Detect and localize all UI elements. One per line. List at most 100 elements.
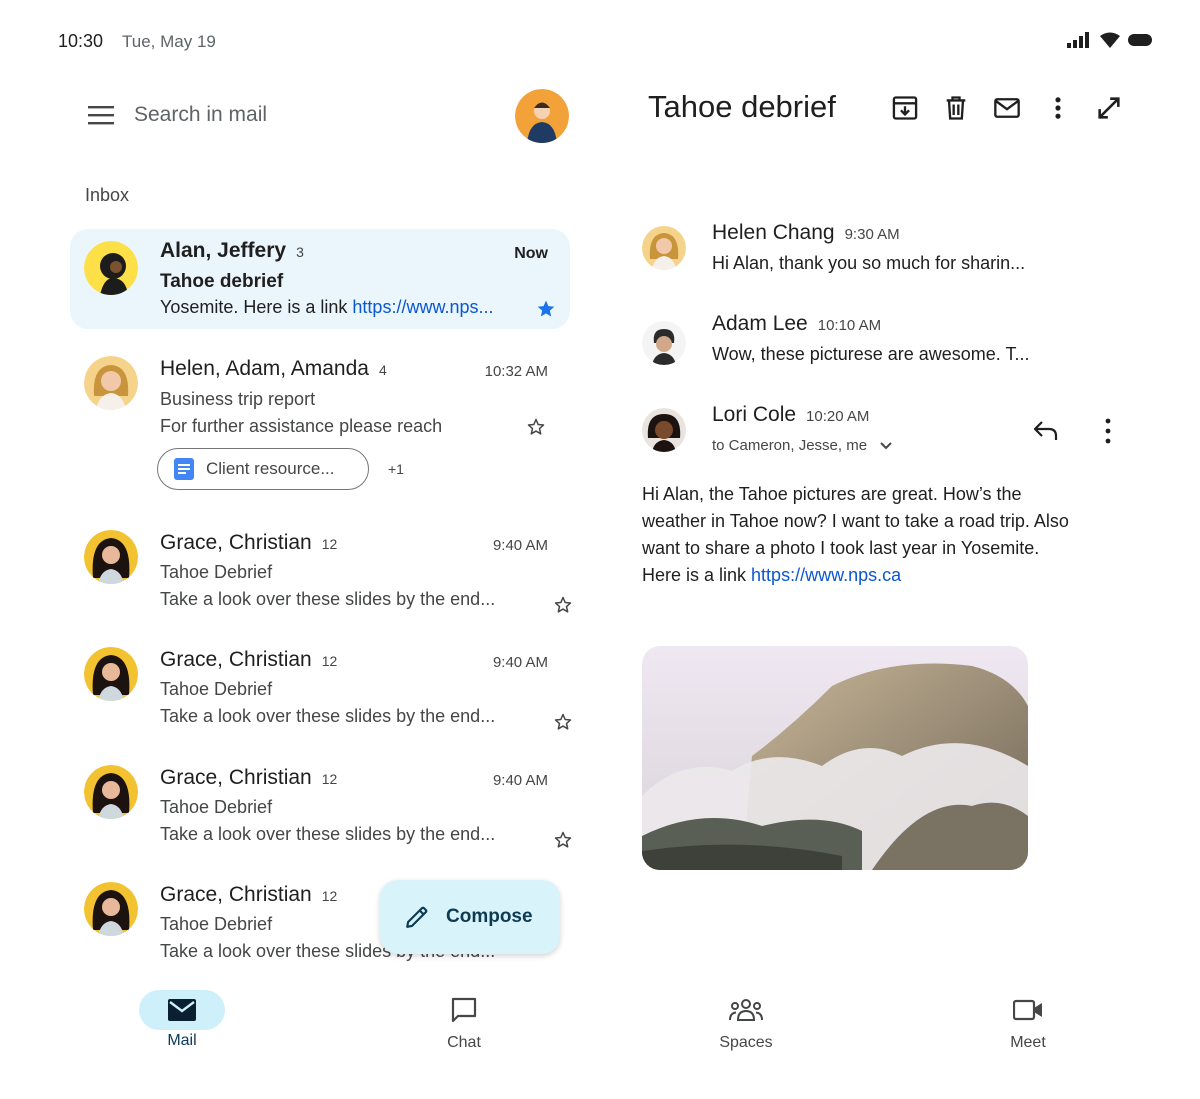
message-snippet[interactable]: Wow, these picturese are awesome. T...	[712, 344, 1030, 365]
thread-count: 3	[296, 244, 304, 260]
menu-icon[interactable]	[88, 104, 114, 126]
email-snippet: Take a look over these slides by the end…	[160, 824, 496, 844]
nav-spaces-pill	[703, 990, 789, 1030]
nav-chat[interactable]: Chat	[404, 990, 524, 1052]
nav-label: Meet	[1010, 1034, 1046, 1051]
email-time: 9:40 AM	[492, 772, 548, 789]
reply-icon[interactable]	[1032, 419, 1060, 443]
recipients-toggle[interactable]: to Cameron, Jesse, me	[712, 437, 893, 454]
email-snippet: For further assistance please reach	[160, 416, 443, 436]
status-icons	[1066, 32, 1154, 48]
sender-name: Alan, Jeffery 3	[160, 239, 304, 263]
email-row[interactable]: Alan, Jeffery 3 Now Tahoe debrief Yosemit…	[70, 229, 570, 329]
docs-icon	[174, 458, 194, 480]
message-sender: Helen Chang 9:30 AM	[712, 221, 900, 245]
sender-name: Grace, Christian 12	[160, 883, 337, 907]
sender-avatar	[84, 241, 138, 295]
email-time: Now	[514, 245, 548, 262]
more-vert-icon[interactable]	[1044, 94, 1072, 122]
email-subject: Business trip report	[160, 389, 316, 409]
nav-label: Mail	[167, 1032, 197, 1049]
compose-label: Compose	[446, 906, 533, 927]
email-subject: Tahoe Debrief	[160, 679, 273, 699]
snippet-text: Yosemite. Here is a link	[160, 297, 353, 317]
star-icon[interactable]	[526, 417, 546, 437]
message-snippet[interactable]: Hi Alan, thank you so much for sharin...	[712, 253, 1025, 274]
attachment-name: Client resource...	[206, 459, 335, 478]
sender-avatar	[84, 356, 138, 410]
nav-chat-pill	[421, 990, 507, 1030]
mail-icon	[168, 999, 196, 1021]
email-time: 9:40 AM	[492, 537, 548, 554]
battery-icon	[1128, 34, 1152, 46]
delete-icon[interactable]	[942, 94, 970, 122]
sender-label: Grace, Christian	[160, 648, 312, 671]
nav-spaces[interactable]: Spaces	[686, 990, 806, 1052]
archive-icon[interactable]	[891, 94, 919, 122]
nav-meet[interactable]: Meet	[968, 990, 1088, 1052]
status-date: Tue, May 19	[122, 32, 216, 51]
sender-avatar	[642, 408, 686, 452]
thread-count: 12	[321, 888, 338, 904]
email-snippet: Yosemite. Here is a link https://www.nps…	[160, 297, 493, 318]
star-icon[interactable]	[553, 712, 573, 732]
sender-label: Grace, Christian	[160, 531, 312, 554]
message-time: 9:30 AM	[844, 226, 900, 243]
sender-avatar	[642, 226, 686, 270]
sender-name: Helen, Adam, Amanda 4	[160, 357, 387, 381]
email-row[interactable]: Grace, Christian 12 9:40 AM Tahoe Debrief…	[70, 520, 573, 620]
sender-avatar	[84, 765, 138, 819]
compose-button[interactable]: Compose	[380, 880, 560, 954]
signal-icon	[1067, 32, 1089, 48]
spaces-icon	[729, 999, 763, 1021]
email-subject: Tahoe Debrief	[160, 797, 273, 817]
attached-photo[interactable]	[642, 646, 1028, 870]
sender-label: Helen Chang	[712, 221, 835, 244]
message-body: Hi Alan, the Tahoe pictures are great. H…	[642, 481, 1072, 589]
nav-label: Spaces	[719, 1034, 773, 1051]
star-filled-icon[interactable]	[536, 299, 556, 319]
more-attachments[interactable]: +1	[388, 461, 404, 477]
message-link[interactable]: https://www.nps.ca	[751, 565, 901, 585]
nav-label: Chat	[447, 1034, 481, 1051]
message-time: 10:10 AM	[817, 317, 882, 334]
inbox-label: Inbox	[85, 185, 130, 205]
snippet-link[interactable]: https://www.nps...	[352, 297, 493, 317]
email-time: 10:32 AM	[484, 363, 548, 380]
wifi-icon	[1100, 32, 1120, 48]
email-row[interactable]: Grace, Christian 12 9:40 AM Tahoe Debrief…	[70, 637, 573, 737]
sender-label: Grace, Christian	[160, 766, 312, 789]
sender-name: Grace, Christian 12	[160, 531, 337, 555]
nav-mail-pill	[139, 990, 225, 1030]
sender-label: Lori Cole	[712, 403, 797, 426]
star-icon[interactable]	[553, 830, 573, 850]
thread-title: Tahoe debrief	[648, 89, 836, 124]
sender-name: Grace, Christian 12	[160, 766, 337, 790]
sender-avatar	[84, 530, 138, 584]
sender-avatar	[84, 882, 138, 936]
chevron-down-icon	[880, 441, 892, 449]
thread-count: 12	[321, 536, 338, 552]
star-icon[interactable]	[553, 595, 573, 615]
sender-label: Adam Lee	[712, 312, 808, 335]
message-more-icon[interactable]	[1103, 418, 1113, 444]
nav-mail[interactable]: Mail	[122, 990, 242, 1050]
search-input[interactable]	[134, 100, 494, 130]
account-avatar[interactable]	[515, 89, 569, 143]
sender-name: Grace, Christian 12	[160, 648, 337, 672]
email-snippet: Take a look over these slides by the end…	[160, 589, 496, 609]
chat-icon	[451, 997, 477, 1023]
thread-count: 12	[321, 771, 338, 787]
attachment-chip[interactable]: Client resource...	[157, 448, 369, 490]
email-row[interactable]: Grace, Christian 12 9:40 AM Tahoe Debrief…	[70, 755, 573, 855]
sender-label: Grace, Christian	[160, 883, 312, 906]
thread-count: 12	[321, 653, 338, 669]
mark-unread-icon[interactable]	[993, 94, 1021, 122]
email-snippet: Take a look over these slides by the end…	[160, 706, 496, 726]
expand-icon[interactable]	[1095, 94, 1123, 122]
email-subject: Tahoe Debrief	[160, 914, 273, 934]
sender-label: Alan, Jeffery	[160, 239, 287, 262]
recipients-label: to Cameron, Jesse, me	[712, 437, 868, 454]
sender-avatar	[84, 647, 138, 701]
email-subject: Tahoe debrief	[160, 271, 284, 292]
